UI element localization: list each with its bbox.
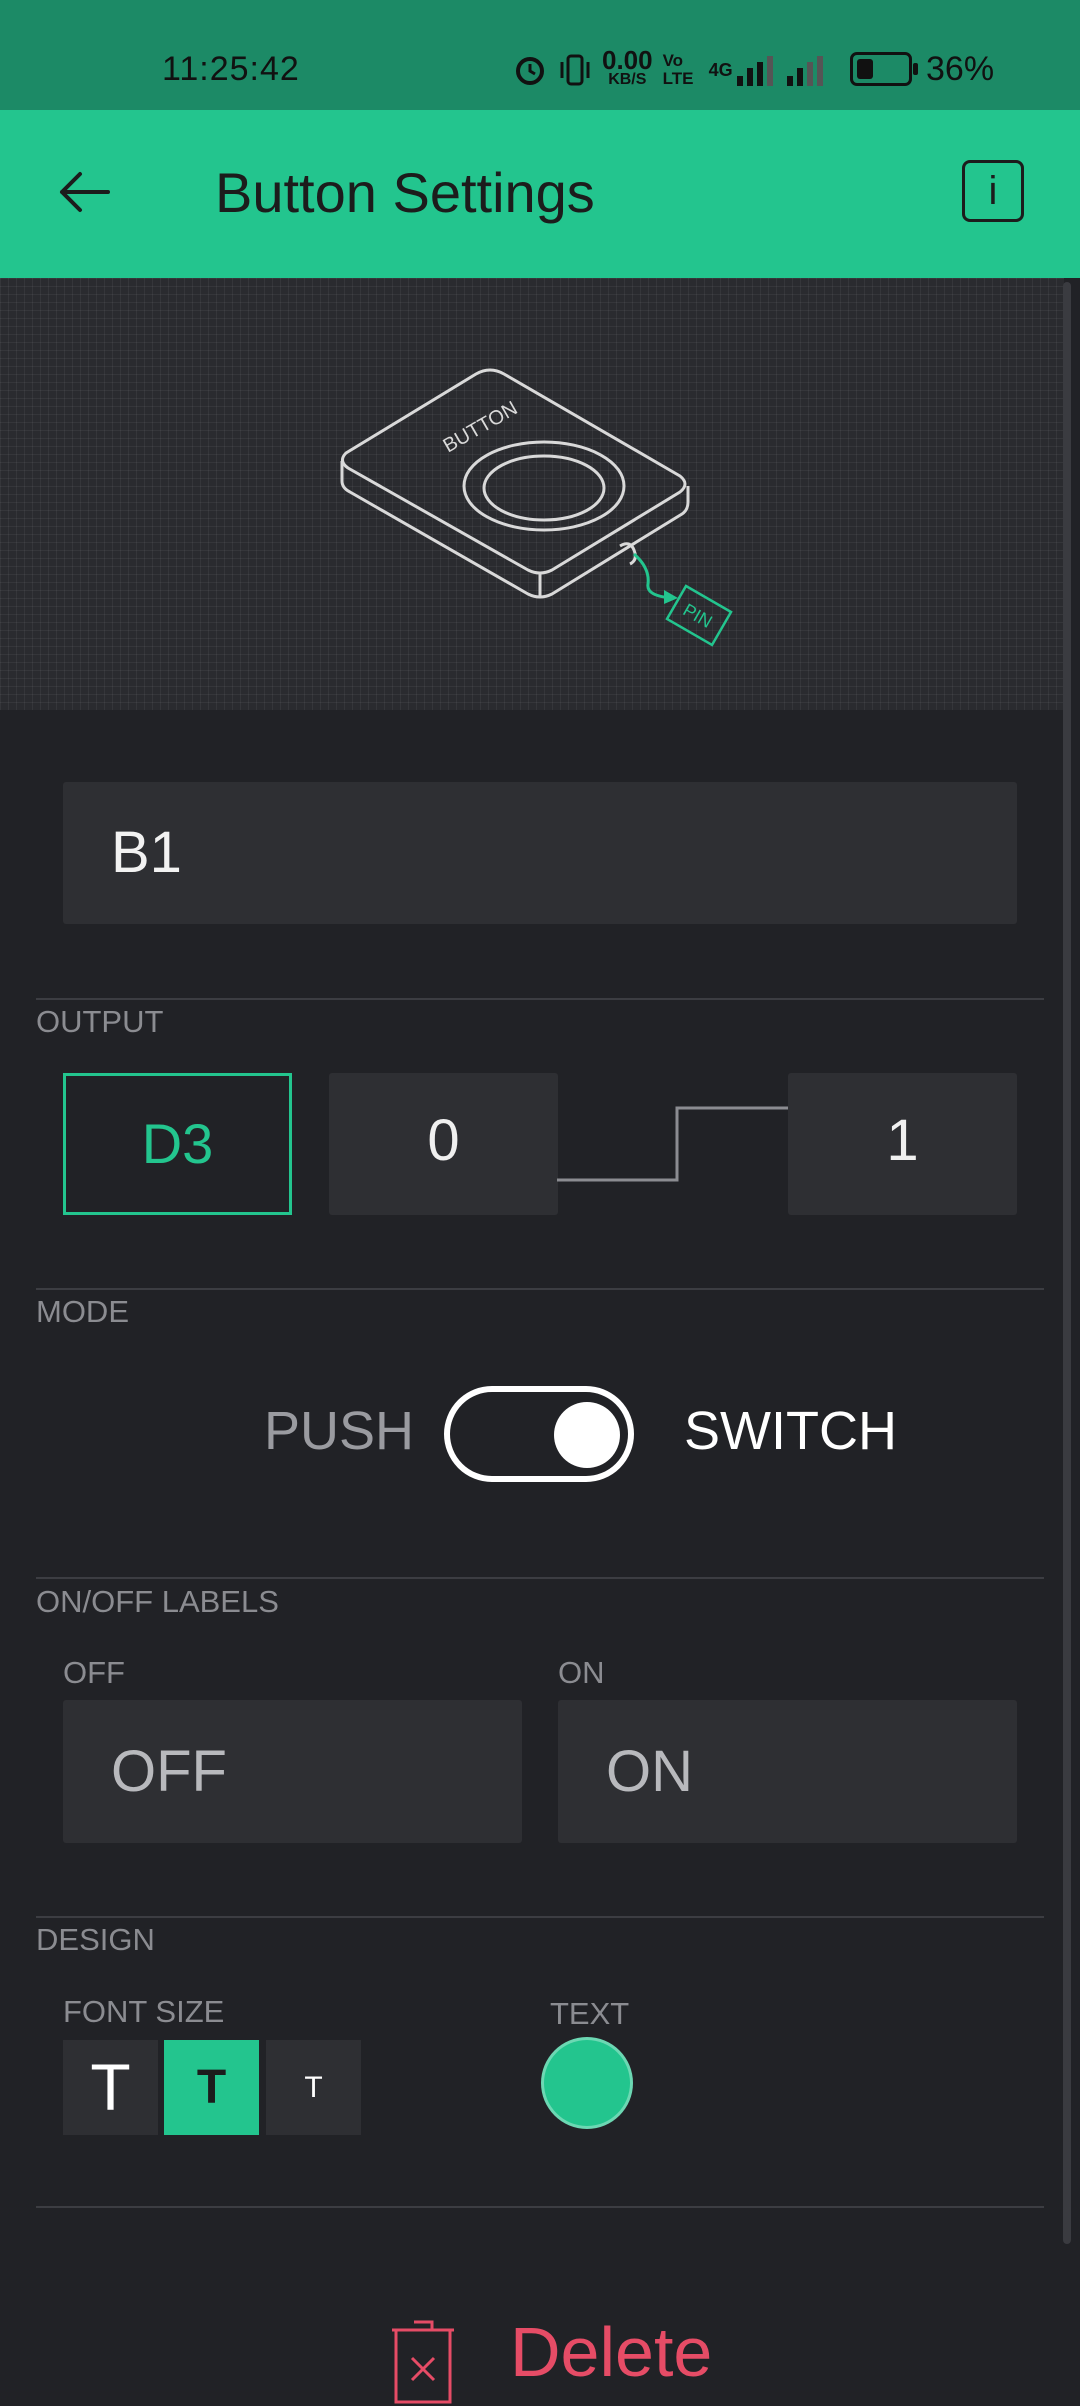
output-section-label: OUTPUT (36, 1004, 164, 1039)
pin-label: PIN (680, 600, 716, 632)
alarm-icon (516, 57, 544, 85)
status-bar: 11:25:42 0.00 KB/S Vo LTE 4G 36% (0, 0, 1080, 110)
font-size-medium-button[interactable]: T (164, 2040, 259, 2135)
device-label: BUTTON (440, 397, 522, 457)
design-section-label: DESIGN (36, 1922, 155, 1957)
labels-section-label: ON/OFF LABELS (36, 1584, 279, 1619)
text-color-caption: TEXT (550, 1996, 630, 2031)
app-bar: Button Settings i (0, 110, 1080, 278)
network-type: 4G (708, 59, 733, 80)
divider (36, 1916, 1044, 1918)
mode-section-label: MODE (36, 1294, 129, 1329)
signal-step-line (557, 1106, 789, 1182)
button-device-illustration: BUTTON PIN (340, 368, 733, 647)
divider (36, 1577, 1044, 1579)
on-label-input[interactable]: ON (558, 1700, 1017, 1843)
output-low-value-input[interactable]: 0 (329, 1073, 558, 1215)
trash-icon (392, 2320, 454, 2404)
font-size-large-button[interactable]: T (63, 2040, 158, 2135)
on-caption: ON (558, 1655, 605, 1690)
output-pin-button[interactable]: D3 (63, 1073, 292, 1215)
page-title: Button Settings (215, 161, 595, 224)
text-color-swatch[interactable] (541, 2037, 633, 2129)
widget-illustration: BUTTON PIN (0, 278, 1064, 710)
network-speed: 0.00 KB/S (602, 45, 653, 88)
divider (36, 998, 1044, 1000)
off-label-input[interactable]: OFF (63, 1700, 522, 1843)
vibrate-icon (560, 54, 590, 86)
signal-icon (736, 56, 773, 86)
back-arrow-icon[interactable] (52, 160, 116, 224)
battery-percent: 36% (926, 50, 995, 88)
mode-toggle[interactable] (444, 1386, 634, 1482)
status-icons: 0.00 KB/S Vo LTE 4G (512, 45, 825, 92)
info-button[interactable]: i (962, 160, 1024, 222)
volte-indicator: Vo LTE (662, 51, 694, 88)
delete-label: Delete (510, 2313, 713, 2391)
battery-fill (857, 59, 873, 79)
divider (36, 2206, 1044, 2208)
scrollbar[interactable] (1063, 282, 1071, 2244)
signal-2-icon (786, 56, 823, 86)
divider (36, 1288, 1044, 1290)
toggle-knob (554, 1402, 620, 1468)
battery-icon (850, 52, 918, 86)
clock: 11:25:42 (162, 50, 300, 88)
font-size-caption: FONT SIZE (63, 1994, 225, 2029)
mode-switch-label[interactable]: SWITCH (684, 1400, 897, 1462)
widget-name-input[interactable]: B1 (63, 782, 1017, 924)
off-caption: OFF (63, 1655, 125, 1690)
font-size-small-button[interactable]: T (266, 2040, 361, 2135)
output-high-value-input[interactable]: 1 (788, 1073, 1017, 1215)
mode-push-label[interactable]: PUSH (264, 1400, 414, 1462)
